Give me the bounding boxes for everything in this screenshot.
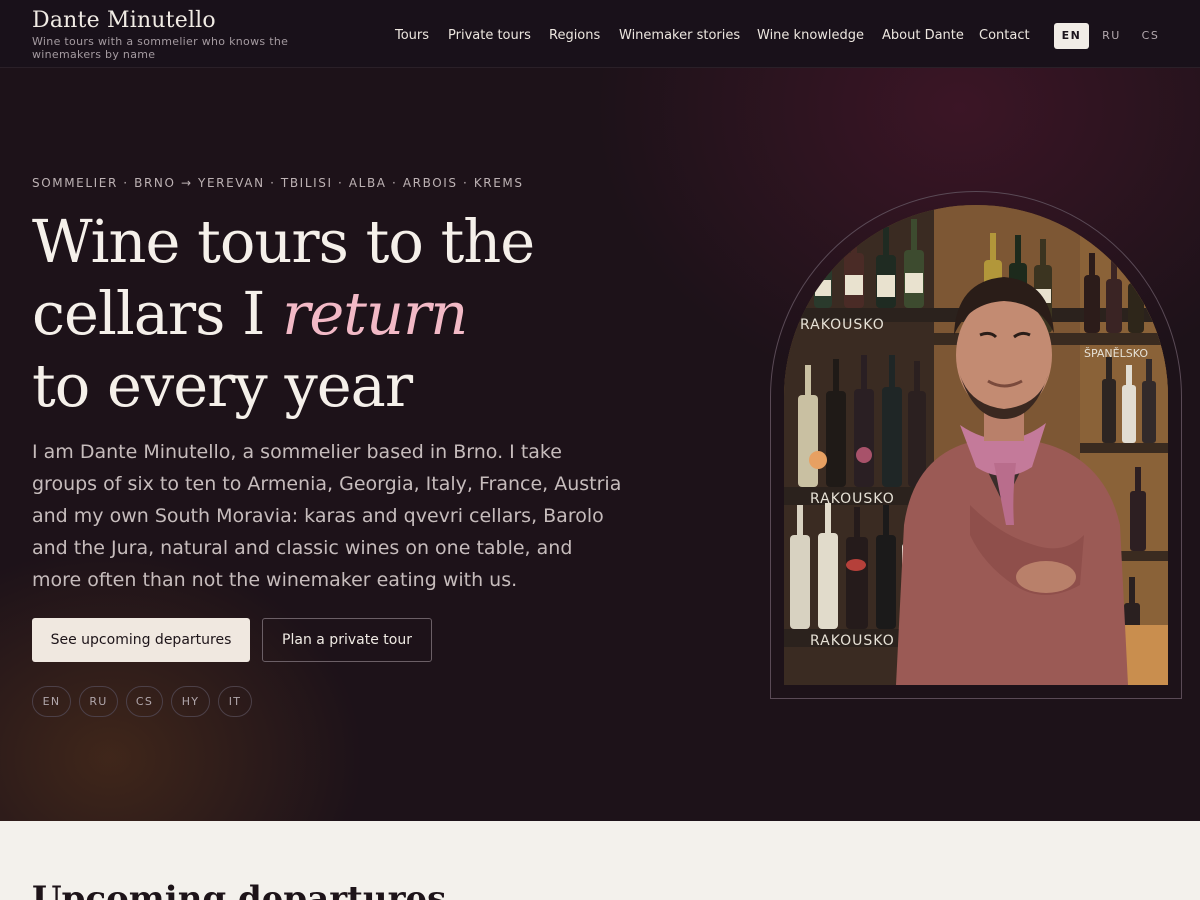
shelf-label-rakousko-3: RAKOUSKO	[810, 633, 895, 649]
shelf-label-rakousko-1: RAKOUSKO	[800, 317, 885, 333]
tour-language-ru: RU	[79, 686, 118, 717]
brand-tagline: Wine tours with a sommelier who knows th…	[32, 35, 289, 61]
hero-intro: I am Dante Minutello, a sommelier based …	[32, 441, 622, 591]
nav-item-tours[interactable]: Tours	[395, 26, 429, 46]
language-option-cs[interactable]: CS	[1133, 23, 1168, 49]
language-option-en[interactable]: EN	[1054, 23, 1089, 49]
hero-headline: Wine tours to the cellars I return to ev…	[32, 206, 632, 422]
hero-eyebrow: SOMMELIER · BRNO → YEREVAN · TBILISI · A…	[32, 176, 524, 190]
see-upcoming-departures-button[interactable]: See upcoming departures	[32, 618, 250, 662]
sommelier-portrait-photo: RAKOUSKO ŠPANĚLSKO RAKOUSKO RAKOUSKO	[784, 205, 1168, 685]
headline-line-2-text: cellars I	[32, 279, 283, 348]
portrait-illustration: RAKOUSKO ŠPANĚLSKO RAKOUSKO RAKOUSKO	[784, 205, 1168, 685]
nav-item-winemaker-stories[interactable]: Winemaker stories	[619, 26, 740, 46]
nav-item-about-dante[interactable]: About Dante	[882, 26, 964, 46]
language-option-ru[interactable]: RU	[1094, 23, 1129, 49]
tour-language-hy: HY	[171, 686, 210, 717]
headline-line-3: to every year	[32, 351, 413, 420]
site-header: Dante Minutello Wine tours with a sommel…	[0, 0, 1200, 68]
upcoming-departures-section: Upcoming departures	[0, 821, 1200, 900]
nav-item-regions[interactable]: Regions	[549, 26, 600, 46]
nav-item-contact[interactable]: Contact	[979, 26, 1030, 46]
page: Dante Minutello Wine tours with a sommel…	[0, 0, 1200, 900]
shelf-label-spanelsko: ŠPANĚLSKO	[1084, 347, 1148, 360]
tour-language-it: IT	[218, 686, 252, 717]
nav-item-private-tours[interactable]: Private tours	[448, 26, 531, 46]
plan-private-tour-button[interactable]: Plan a private tour	[262, 618, 432, 662]
brand-name[interactable]: Dante Minutello	[32, 8, 322, 34]
headline-line-2: cellars I return	[32, 278, 632, 350]
headline-emphasis: return	[282, 279, 468, 348]
tour-language-cs: CS	[126, 686, 163, 717]
section-title: Upcoming departures	[32, 879, 447, 900]
shelf-label-rakousko-2: RAKOUSKO	[810, 491, 895, 507]
headline-line-1: Wine tours to the	[32, 207, 535, 276]
nav-item-wine-knowledge[interactable]: Wine knowledge	[757, 26, 864, 46]
tour-language-en: EN	[32, 686, 71, 717]
hero-section: SOMMELIER · BRNO → YEREVAN · TBILISI · A…	[0, 68, 1200, 821]
brand[interactable]: Dante Minutello Wine tours with a sommel…	[32, 8, 322, 61]
